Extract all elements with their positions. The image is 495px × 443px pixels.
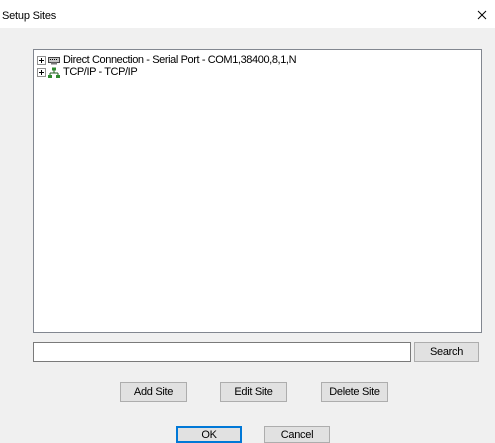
add-site-button[interactable]: Add Site xyxy=(120,382,187,402)
tree-item-direct-connection[interactable]: Direct Connection - Serial Port - COM1,3… xyxy=(37,54,297,66)
expand-plus-icon[interactable] xyxy=(37,67,46,77)
setup-sites-dialog: Setup Sites Direct Connection - Serial P… xyxy=(0,0,495,443)
search-input[interactable] xyxy=(33,342,411,362)
search-button[interactable]: Search xyxy=(414,342,479,362)
sites-tree[interactable]: Direct Connection - Serial Port - COM1,3… xyxy=(33,49,482,333)
network-icon xyxy=(48,67,60,78)
edit-site-button[interactable]: Edit Site xyxy=(220,382,287,402)
cancel-button[interactable]: Cancel xyxy=(264,426,330,443)
dialog-title: Setup Sites xyxy=(2,10,57,22)
delete-site-button[interactable]: Delete Site xyxy=(321,382,388,402)
tree-item-tcpip[interactable]: TCP/IP - TCP/IP xyxy=(37,66,138,78)
tree-item-label: Direct Connection - Serial Port - COM1,3… xyxy=(63,54,297,66)
tree-item-label: TCP/IP - TCP/IP xyxy=(63,66,138,78)
title-bar: Setup Sites xyxy=(0,0,495,28)
ok-button[interactable]: OK xyxy=(176,426,242,443)
serial-port-icon xyxy=(48,56,60,64)
close-icon[interactable] xyxy=(475,8,489,22)
expand-plus-icon[interactable] xyxy=(37,55,46,65)
